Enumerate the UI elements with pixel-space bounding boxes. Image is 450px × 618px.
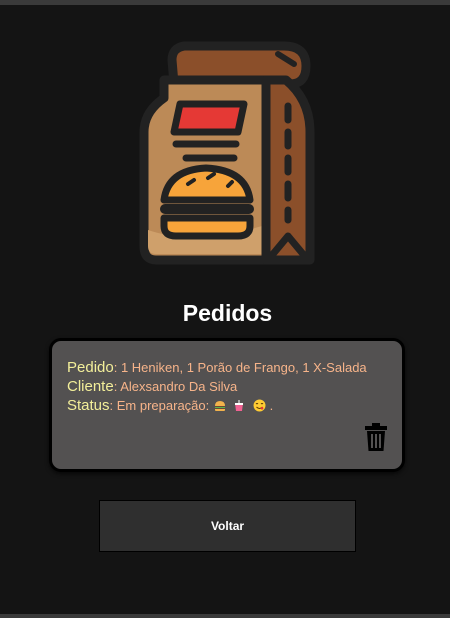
pedido-colon: : [113, 360, 121, 375]
pedido-label: Pedido [67, 359, 114, 376]
status-value: Em preparação: [116, 398, 210, 414]
order-items-row: Pedido: 1 Heniken, 1 Porão de Frango, 1 … [67, 359, 367, 377]
status-colon: : [109, 398, 117, 414]
cliente-label: Cliente [67, 378, 114, 395]
customer-row: Cliente: Alexsandro Da Silva [67, 378, 237, 396]
status-label: Status [67, 397, 110, 415]
top-bar [0, 0, 450, 5]
yummy-face-icon [253, 399, 266, 412]
status-period: . [269, 398, 274, 414]
bottom-bar [0, 614, 450, 618]
pedido-value: 1 Heniken, 1 Porão de Frango, 1 X-Salada [120, 360, 367, 375]
trash-icon [365, 423, 387, 451]
order-card: Pedido: 1 Heniken, 1 Porão de Frango, 1 … [49, 338, 405, 472]
status-icons [214, 397, 270, 415]
page-title: Pedidos [182, 300, 273, 326]
orders-screen: Pedidos Pedido: 1 Heniken, 1 Porão de Fr… [0, 0, 450, 618]
burger-icon [214, 401, 225, 411]
paper-bag-burger-icon [134, 40, 318, 270]
status-row: Status: Em preparação: . [67, 397, 273, 415]
drink-cup-icon [235, 400, 244, 411]
back-button[interactable]: Voltar [99, 500, 356, 552]
delete-order-button[interactable] [363, 422, 389, 452]
cliente-value: Alexsandro Da Silva [120, 379, 238, 394]
